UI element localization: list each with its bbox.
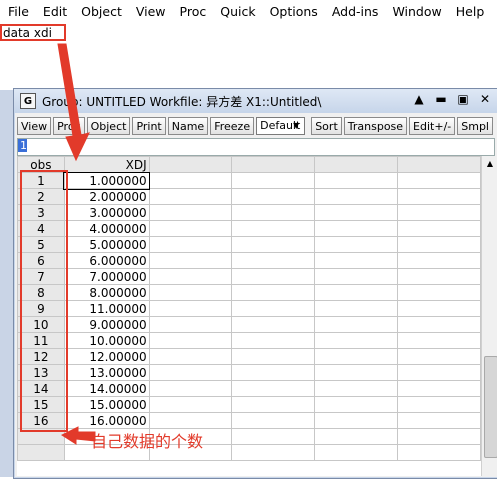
- annotation-text: 自己数据的个数: [91, 432, 204, 451]
- arrow-down-shape: [57, 43, 90, 162]
- annotation-arrows: [57, 43, 96, 445]
